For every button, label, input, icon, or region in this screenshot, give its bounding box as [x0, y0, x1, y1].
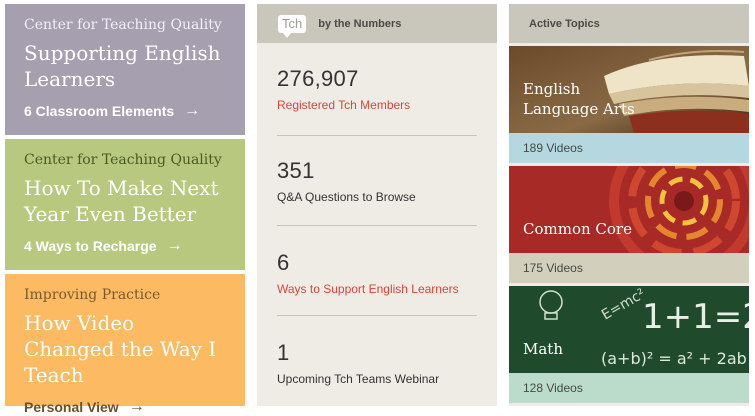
- stat-questions: 351 Q&A Questions to Browse: [277, 158, 477, 204]
- topics-title: Active Topics: [529, 17, 600, 30]
- promo-link[interactable]: 4 Ways to Recharge →: [24, 237, 230, 255]
- stats-header: Tch by the Numbers: [257, 4, 497, 43]
- promo-eyebrow: Improving Practice: [24, 287, 161, 303]
- arrow-right-icon: →: [184, 102, 201, 119]
- stat-number: 276,907: [277, 66, 359, 91]
- promo-link-label: Personal View: [24, 399, 119, 415]
- stat-label: Q&A Questions to Browse: [277, 190, 416, 204]
- promo-headline: How Video Changed the Way I Teach: [24, 311, 217, 387]
- topic-name: Math: [523, 340, 563, 358]
- promo-link-label: 4 Ways to Recharge: [24, 238, 157, 254]
- stats-panel: Tch by the Numbers 276,907 Registered Tc…: [257, 4, 497, 406]
- promo-headline: Supporting English Learners: [24, 41, 221, 91]
- promo-card-video-teach[interactable]: Improving Practice How Video Changed the…: [5, 274, 245, 415]
- topic-count: 128 Videos: [509, 373, 749, 403]
- topic-english-language-arts[interactable]: English Language Arts 189 Videos: [509, 46, 749, 163]
- topic-name: English Language Arts: [523, 80, 635, 118]
- chalk-equation: (a+b)² = a² + 2ab: [601, 349, 747, 368]
- divider: [277, 225, 477, 226]
- chalk-equation: 1+1=2: [642, 297, 749, 337]
- promo-link-label: 6 Classroom Elements: [24, 103, 175, 119]
- topic-count: 189 Videos: [509, 133, 749, 163]
- promo-headline: How To Make Next Year Even Better: [24, 176, 219, 226]
- stat-label-link[interactable]: Registered Tch Members: [277, 98, 477, 112]
- arrow-right-icon: →: [166, 237, 183, 254]
- promo-link[interactable]: 6 Classroom Elements →: [24, 102, 230, 120]
- divider: [277, 135, 477, 136]
- topic-count: 175 Videos: [509, 253, 749, 283]
- stat-number: 6: [277, 250, 290, 275]
- books-photo: English Language Arts: [509, 46, 749, 133]
- topic-math[interactable]: 1+1=2 (a+b)² = a² + 2ab E=mc² Math 128 V…: [509, 286, 749, 403]
- topics-header: Active Topics: [509, 4, 749, 43]
- topic-common-core[interactable]: Common Core 175 Videos: [509, 166, 749, 283]
- stat-number: 351: [277, 158, 315, 183]
- topic-name: Common Core: [523, 220, 632, 238]
- promo-eyebrow: Center for Teaching Quality: [24, 152, 222, 168]
- tch-logo: Tch: [278, 14, 307, 38]
- stat-label: Upcoming Tch Teams Webinar: [277, 372, 440, 386]
- divider: [277, 315, 477, 316]
- promo-card-next-year[interactable]: Center for Teaching Quality How To Make …: [5, 139, 245, 270]
- chalkboard-photo: 1+1=2 (a+b)² = a² + 2ab E=mc² Math: [509, 286, 749, 373]
- topics-panel: Active Topics English Language Arts 189 …: [509, 4, 749, 406]
- red-rings-graphic: Common Core: [509, 166, 749, 253]
- promo-eyebrow: Center for Teaching Quality: [24, 17, 222, 33]
- stats-title: by the Numbers: [318, 17, 402, 30]
- stat-members: 276,907 Registered Tch Members: [277, 66, 477, 112]
- stat-ways: 6 Ways to Support English Learners: [277, 250, 477, 296]
- promo-link[interactable]: Personal View →: [24, 398, 230, 416]
- stat-webinar: 1 Upcoming Tch Teams Webinar: [277, 340, 477, 386]
- stat-number: 1: [277, 340, 290, 365]
- promo-card-english-learners[interactable]: Center for Teaching Quality Supporting E…: [5, 4, 245, 135]
- arrow-right-icon: →: [128, 398, 145, 415]
- stat-label-link[interactable]: Ways to Support English Learners: [277, 282, 477, 296]
